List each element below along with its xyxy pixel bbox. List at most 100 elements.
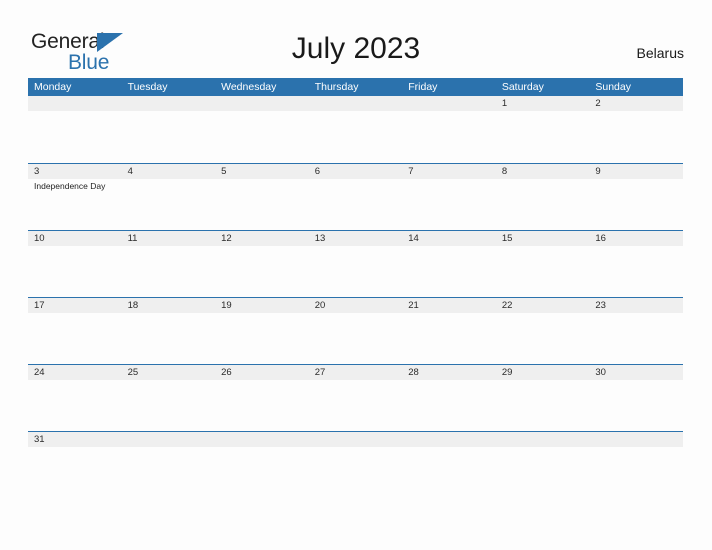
day-number[interactable]: 21 — [402, 298, 496, 313]
day-event — [122, 179, 216, 229]
day-number[interactable] — [215, 96, 309, 111]
day-event — [215, 111, 309, 161]
day-event — [589, 111, 683, 161]
day-event — [589, 380, 683, 430]
day-number[interactable]: 8 — [496, 164, 590, 179]
day-event — [309, 380, 403, 430]
calendar-week-row: 10 11 12 13 14 15 16 — [28, 230, 683, 297]
weekday-header-row: Monday Tuesday Wednesday Thursday Friday… — [28, 78, 683, 96]
calendar-week-row: 17 18 19 20 21 22 23 — [28, 297, 683, 364]
day-number[interactable]: 24 — [28, 365, 122, 380]
day-number[interactable]: 27 — [309, 365, 403, 380]
day-event — [402, 246, 496, 296]
week-date-band: 24 25 26 27 28 29 30 — [28, 365, 683, 380]
day-number[interactable] — [28, 96, 122, 111]
day-event: Independence Day — [34, 181, 106, 191]
day-number[interactable]: 5 — [215, 164, 309, 179]
day-number[interactable] — [215, 432, 309, 447]
day-number[interactable] — [402, 96, 496, 111]
week-date-band: 3 4 5 6 7 8 9 — [28, 164, 683, 179]
day-event — [589, 313, 683, 363]
day-number[interactable] — [122, 96, 216, 111]
day-number[interactable] — [122, 432, 216, 447]
calendar-week-row: 31 — [28, 431, 683, 498]
week-date-band: 31 — [28, 432, 683, 447]
day-number[interactable]: 30 — [589, 365, 683, 380]
day-number[interactable]: 4 — [122, 164, 216, 179]
calendar-week-row: 24 25 26 27 28 29 30 — [28, 364, 683, 431]
day-event — [122, 380, 216, 430]
day-number[interactable]: 15 — [496, 231, 590, 246]
day-number[interactable]: 2 — [589, 96, 683, 111]
day-number[interactable]: 13 — [309, 231, 403, 246]
day-number[interactable]: 25 — [122, 365, 216, 380]
weekday-header-wednesday: Wednesday — [221, 81, 277, 93]
page-header: General Blue July 2023 Belarus — [0, 0, 712, 78]
day-event — [589, 246, 683, 296]
day-number[interactable] — [309, 96, 403, 111]
weekday-header-tuesday: Tuesday — [127, 81, 168, 93]
day-event — [122, 246, 216, 296]
week-event-band — [28, 447, 683, 497]
day-number[interactable]: 3 — [28, 164, 122, 179]
week-date-band: 10 11 12 13 14 15 16 — [28, 231, 683, 246]
weekday-header-friday: Friday — [408, 81, 438, 93]
day-event — [215, 447, 309, 497]
day-number[interactable]: 14 — [402, 231, 496, 246]
day-number[interactable]: 31 — [28, 432, 122, 447]
day-event — [402, 380, 496, 430]
day-event — [402, 313, 496, 363]
day-event — [496, 246, 590, 296]
day-event — [309, 179, 403, 229]
day-event — [496, 179, 590, 229]
day-event — [28, 246, 122, 296]
day-number[interactable]: 28 — [402, 365, 496, 380]
day-event — [496, 447, 590, 497]
day-number[interactable] — [589, 432, 683, 447]
day-event — [122, 111, 216, 161]
day-number[interactable]: 26 — [215, 365, 309, 380]
day-number[interactable]: 29 — [496, 365, 590, 380]
day-number[interactable]: 10 — [28, 231, 122, 246]
day-number[interactable]: 7 — [402, 164, 496, 179]
day-number[interactable]: 12 — [215, 231, 309, 246]
day-event — [402, 179, 496, 229]
day-number[interactable] — [496, 432, 590, 447]
calendar-week-row: 3 4 5 6 7 8 9 Independence Day — [28, 163, 683, 230]
day-event — [496, 380, 590, 430]
week-date-band: 1 2 — [28, 96, 683, 111]
day-event — [589, 179, 683, 229]
day-number[interactable]: 16 — [589, 231, 683, 246]
week-event-band: Independence Day — [28, 179, 683, 229]
day-event — [589, 447, 683, 497]
day-number[interactable]: 22 — [496, 298, 590, 313]
day-number[interactable]: 20 — [309, 298, 403, 313]
calendar-grid: Monday Tuesday Wednesday Thursday Friday… — [28, 78, 683, 498]
day-event — [402, 447, 496, 497]
day-number[interactable]: 1 — [496, 96, 590, 111]
day-number[interactable]: 23 — [589, 298, 683, 313]
week-event-band — [28, 313, 683, 363]
weekday-header-thursday: Thursday — [314, 81, 359, 93]
weekday-header-monday: Monday — [34, 81, 72, 93]
day-event — [215, 380, 309, 430]
day-number[interactable]: 6 — [309, 164, 403, 179]
week-event-band — [28, 111, 683, 161]
day-number[interactable] — [309, 432, 403, 447]
day-number[interactable]: 18 — [122, 298, 216, 313]
day-number[interactable]: 11 — [122, 231, 216, 246]
day-event — [28, 111, 122, 161]
region-label: Belarus — [636, 45, 684, 61]
day-event — [215, 246, 309, 296]
day-number[interactable] — [402, 432, 496, 447]
day-event — [309, 246, 403, 296]
day-event — [402, 111, 496, 161]
day-event — [496, 111, 590, 161]
day-number[interactable]: 9 — [589, 164, 683, 179]
day-number[interactable]: 17 — [28, 298, 122, 313]
day-event — [215, 179, 309, 229]
day-event — [309, 447, 403, 497]
week-event-band — [28, 246, 683, 296]
weekday-header-saturday: Saturday — [501, 81, 544, 93]
day-number[interactable]: 19 — [215, 298, 309, 313]
